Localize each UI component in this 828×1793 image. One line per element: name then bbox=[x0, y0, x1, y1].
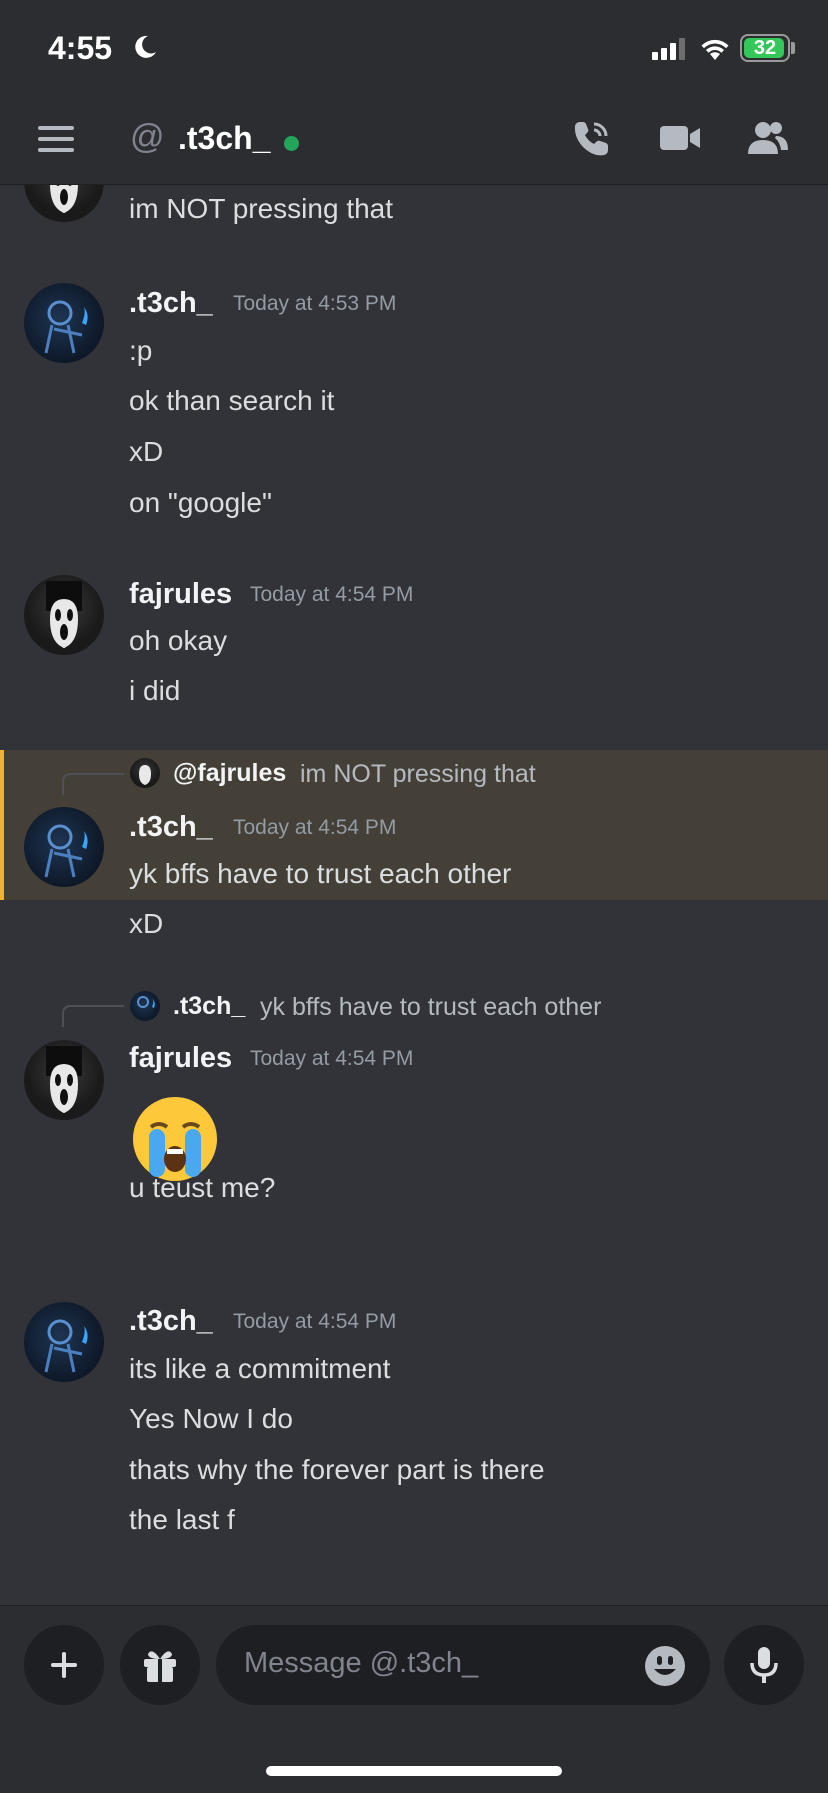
message-text: its like a commitment bbox=[129, 1353, 391, 1384]
timestamp: Today at 4:53 PM bbox=[233, 292, 397, 315]
message-text: the last f bbox=[129, 1504, 235, 1535]
timestamp: Today at 4:54 PM bbox=[250, 583, 414, 606]
at-icon: @ bbox=[130, 118, 165, 156]
message-text: i did bbox=[129, 675, 181, 706]
battery-level: 32 bbox=[753, 37, 777, 59]
timestamp: Today at 4:54 PM bbox=[250, 1047, 414, 1070]
username[interactable]: .t3ch_ bbox=[129, 1305, 213, 1338]
username[interactable]: .t3ch_ bbox=[129, 811, 213, 844]
avatar[interactable] bbox=[24, 283, 104, 363]
message-list[interactable]: im NOT pressing that .t3ch_ Today at 4:5… bbox=[0, 185, 828, 1605]
message-text: oh okay bbox=[129, 625, 228, 656]
avatar[interactable] bbox=[24, 575, 104, 655]
channel-title[interactable]: .t3ch_ bbox=[178, 120, 270, 157]
video-call-icon[interactable] bbox=[658, 118, 702, 158]
gift-icon bbox=[144, 1651, 176, 1682]
username[interactable]: .t3ch_ bbox=[129, 287, 213, 320]
voice-message-button[interactable] bbox=[724, 1625, 804, 1705]
reply-preview-text[interactable]: yk bffs have to trust each other bbox=[260, 993, 601, 1022]
message-text: im NOT pressing that bbox=[129, 193, 394, 224]
top-bar: 4:55 32 @ .t3ch_ bbox=[0, 0, 828, 185]
message-text: xD bbox=[129, 436, 164, 467]
reply-avatar bbox=[130, 991, 160, 1021]
avatar[interactable] bbox=[24, 1302, 104, 1382]
voice-call-icon[interactable] bbox=[570, 118, 612, 160]
add-attachment-button[interactable] bbox=[24, 1625, 104, 1705]
message-input-placeholder: Message @.t3ch_ bbox=[244, 1647, 479, 1679]
message-text: thats why the forever part is there bbox=[129, 1454, 545, 1485]
gift-button[interactable] bbox=[120, 1625, 200, 1705]
message-text: on "google" bbox=[129, 487, 272, 518]
reply-username[interactable]: @fajrules bbox=[173, 759, 286, 788]
username[interactable]: fajrules bbox=[129, 1042, 232, 1075]
menu-icon[interactable] bbox=[38, 126, 74, 152]
reply-username[interactable]: .t3ch_ bbox=[173, 992, 245, 1021]
home-indicator bbox=[266, 1766, 562, 1776]
message-text: Yes Now I do bbox=[129, 1403, 293, 1434]
message-text: :p bbox=[129, 335, 153, 366]
reply-avatar bbox=[130, 758, 160, 788]
members-icon[interactable] bbox=[746, 118, 790, 158]
message-text: u teust me? bbox=[129, 1172, 276, 1203]
message-text: ok than search it bbox=[129, 385, 335, 416]
microphone-icon bbox=[750, 1647, 778, 1683]
reply-spine bbox=[62, 1005, 124, 1027]
message-text: yk bffs have to trust each other bbox=[129, 858, 512, 889]
username[interactable]: fajrules bbox=[129, 578, 232, 611]
battery-icon: 32 bbox=[740, 34, 790, 62]
moon-icon bbox=[135, 35, 156, 58]
message-input[interactable]: Message @.t3ch_ bbox=[216, 1625, 710, 1705]
cellular-signal-icon bbox=[652, 38, 685, 60]
avatar[interactable] bbox=[24, 807, 104, 887]
wifi-icon bbox=[701, 39, 729, 60]
message-text: xD bbox=[129, 908, 164, 939]
timestamp: Today at 4:54 PM bbox=[233, 1310, 397, 1333]
avatar[interactable] bbox=[24, 185, 104, 222]
plus-icon bbox=[51, 1652, 77, 1678]
emoji-picker-icon[interactable] bbox=[644, 1645, 686, 1687]
online-status-dot bbox=[284, 136, 299, 151]
avatar[interactable] bbox=[24, 1040, 104, 1120]
reply-spine bbox=[62, 773, 124, 795]
timestamp: Today at 4:54 PM bbox=[233, 816, 397, 839]
reply-preview-text[interactable]: im NOT pressing that bbox=[300, 760, 536, 789]
status-time: 4:55 bbox=[48, 30, 113, 66]
